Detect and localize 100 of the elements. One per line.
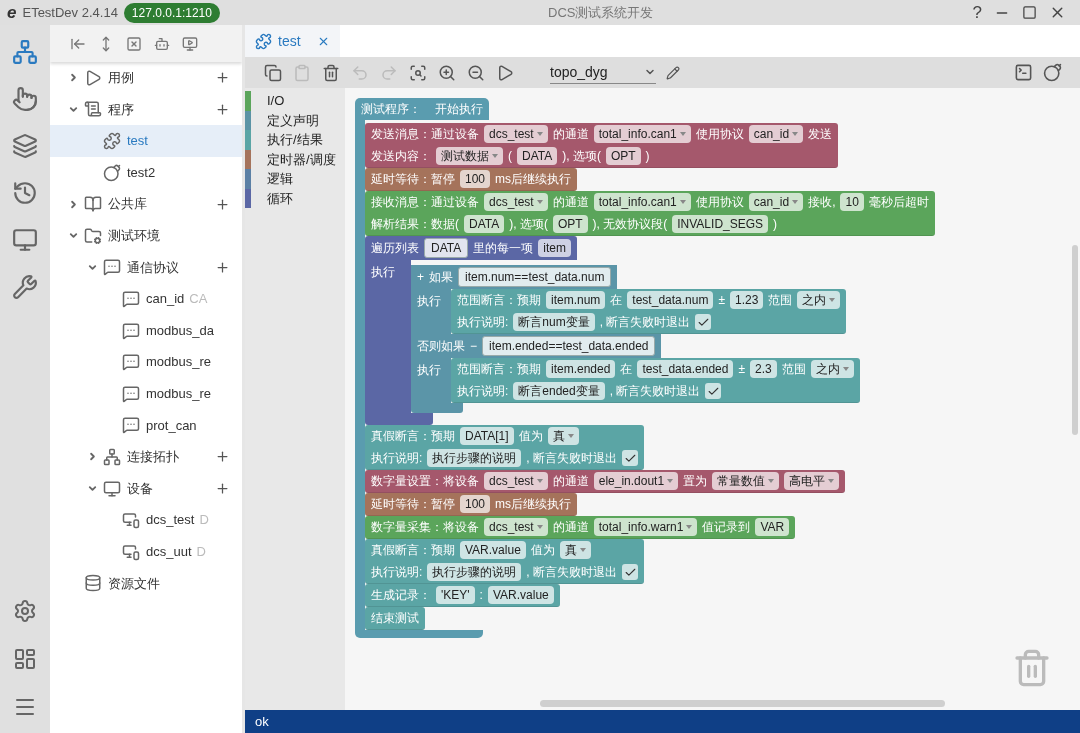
- tree-item[interactable]: 资源文件: [50, 567, 242, 600]
- statement-block[interactable]: 范围断言：预期 item.ended 在 test_data.ended ± 2.3 范围 之内 执行说明: 断言ended变量 , 断言失败时退出: [451, 358, 860, 403]
- history-icon[interactable]: [12, 180, 38, 206]
- checkbox[interactable]: [622, 450, 638, 466]
- tree-item[interactable]: 连接拓扑: [50, 441, 242, 473]
- plugged-value-block[interactable]: item.num==test_data.num: [458, 267, 612, 287]
- checkbox[interactable]: [695, 314, 712, 330]
- block-field[interactable]: 断言ended变量: [513, 382, 605, 400]
- add-icon[interactable]: [215, 481, 230, 496]
- checkbox[interactable]: [705, 383, 722, 399]
- tree-item[interactable]: test: [50, 125, 242, 157]
- category-item[interactable]: 定义声明: [245, 110, 345, 130]
- block-dropdown[interactable]: 真: [547, 427, 579, 445]
- tree-item[interactable]: 通信协议: [50, 251, 242, 284]
- add-icon[interactable]: [215, 101, 230, 117]
- block-field[interactable]: 10: [840, 193, 864, 211]
- category-item[interactable]: 定时器/调度: [245, 149, 345, 169]
- block-field[interactable]: DATA: [517, 147, 558, 165]
- block-field[interactable]: item: [538, 239, 571, 257]
- block-dropdown[interactable]: total_info.can1: [593, 193, 691, 211]
- plugged-value-block[interactable]: DATA: [424, 238, 469, 258]
- add-icon[interactable]: [215, 196, 230, 212]
- statement-block[interactable]: 真假断言：预期 DATA[1] 值为 真 执行说明: 执行步骤的说明 , 断言失败时退出: [365, 425, 644, 470]
- block-field[interactable]: item.num: [546, 291, 606, 309]
- hand-pointer-icon[interactable]: [12, 86, 38, 112]
- zoom-out-icon[interactable]: [467, 63, 485, 82]
- expanded-caret-icon[interactable]: [86, 483, 98, 494]
- tree-item[interactable]: 测试环境: [50, 219, 242, 252]
- block-field[interactable]: VAR: [755, 518, 790, 536]
- bomb-icon[interactable]: [1043, 63, 1062, 82]
- block-field[interactable]: test_data.num: [627, 291, 714, 309]
- tree-item[interactable]: prot_can: [50, 409, 242, 442]
- maximize-icon[interactable]: [1022, 5, 1037, 20]
- block-field[interactable]: DATA[1]: [460, 427, 514, 445]
- block-dropdown[interactable]: total_info.warn1: [593, 518, 698, 536]
- block-field[interactable]: OPT: [552, 215, 588, 233]
- add-icon[interactable]: [215, 449, 230, 465]
- checkbox[interactable]: [622, 564, 638, 580]
- block-field[interactable]: 1.23: [730, 291, 764, 309]
- block-dropdown[interactable]: dcs_test: [484, 193, 548, 211]
- statement-block[interactable]: 数字量设置：将设备 dcs_test 的通道 ele_in.dout1 置为 常量数值 高电平: [365, 470, 846, 493]
- block-field[interactable]: 'KEY': [436, 586, 475, 604]
- dashboard-icon[interactable]: [13, 647, 37, 671]
- monitor-icon[interactable]: [12, 227, 38, 253]
- block-dropdown[interactable]: ele_in.dout1: [593, 472, 679, 490]
- block-field[interactable]: 执行步骤的说明: [427, 449, 522, 467]
- tree-item[interactable]: modbus_re: [50, 346, 242, 378]
- category-item[interactable]: I/O: [245, 91, 345, 111]
- tree-item[interactable]: dcs_uut D: [50, 535, 242, 568]
- block-dropdown[interactable]: 之内: [797, 291, 841, 309]
- tree-item[interactable]: can_id CA: [50, 283, 242, 315]
- if-block[interactable]: + 如果 item.num==test_data.num: [411, 265, 618, 289]
- block-dropdown[interactable]: 真: [559, 541, 591, 559]
- vertical-scrollbar[interactable]: [1072, 245, 1078, 435]
- if-block[interactable]: 否则如果 − item.ended==test_data.ended: [411, 334, 662, 358]
- statement-block[interactable]: 接收消息：通过设备 dcs_test 的通道 total_info.can1 使用协议 can_id 接收, 10 毫秒后超时 解析结果：数据( DATA ), 选项( OPT ), 无效协议段( INVALID_SEGS ): [365, 191, 935, 236]
- block-field[interactable]: 100: [460, 170, 491, 188]
- zoom-fit-icon[interactable]: [409, 63, 427, 82]
- topology-select[interactable]: topo_dyg: [550, 61, 656, 84]
- horizontal-scrollbar[interactable]: [540, 700, 945, 707]
- statement-block[interactable]: 范围断言：预期 item.num 在 test_data.num ± 1.23 范围 之内 执行说明: 断言num变量 , 断言失败时退出: [451, 289, 847, 334]
- statement-block[interactable]: 生成记录： 'KEY' : VAR.value: [365, 584, 560, 607]
- tree-item[interactable]: test2: [50, 156, 242, 189]
- block-field[interactable]: 执行步骤的说明: [427, 563, 522, 581]
- robot-icon[interactable]: [154, 35, 170, 52]
- tree-item[interactable]: 公共库: [50, 188, 242, 220]
- pencil-icon[interactable]: [666, 65, 680, 80]
- plugged-value-block[interactable]: item.ended==test_data.ended: [482, 336, 656, 356]
- block-field[interactable]: OPT: [605, 147, 641, 165]
- block-field[interactable]: DATA: [464, 215, 505, 233]
- copy-icon[interactable]: [264, 63, 282, 82]
- trash-icon[interactable]: [322, 63, 340, 82]
- play-icon[interactable]: [496, 63, 514, 82]
- block-field[interactable]: VAR.value: [460, 541, 526, 559]
- statement-block[interactable]: 延时等待：暂停 100 ms后继续执行: [365, 493, 578, 516]
- statement-block[interactable]: 数字量采集：将设备 dcs_test 的通道 total_info.warn1 值记录到 VAR: [365, 516, 796, 539]
- editor-tab[interactable]: test: [245, 25, 340, 57]
- add-icon[interactable]: [215, 70, 230, 86]
- block-field[interactable]: VAR.value: [487, 586, 554, 604]
- block-dropdown[interactable]: 常量数值: [712, 472, 780, 490]
- block-dropdown[interactable]: dcs_test: [484, 125, 548, 143]
- block-dropdown[interactable]: 高电平: [784, 472, 840, 490]
- monitor-play-icon[interactable]: [182, 35, 198, 52]
- terminal-icon[interactable]: [1014, 63, 1033, 82]
- statement-block[interactable]: 发送消息：通过设备 dcs_test 的通道 total_info.can1 使用协议 can_id 发送 发送内容： 测试数据 ( DATA ), 选项( OPT ): [365, 123, 839, 168]
- block-field[interactable]: item.ended: [546, 360, 616, 378]
- add-icon[interactable]: [215, 259, 230, 275]
- tree-item[interactable]: modbus_re: [50, 377, 242, 410]
- block-dropdown[interactable]: total_info.can1: [593, 125, 691, 143]
- block-field[interactable]: INVALID_SEGS: [672, 215, 769, 233]
- block-dropdown[interactable]: dcs_test: [484, 472, 548, 490]
- zoom-in-icon[interactable]: [438, 63, 456, 82]
- block-dropdown[interactable]: 测试数据: [436, 147, 503, 165]
- block-field[interactable]: test_data.ended: [637, 360, 734, 378]
- help-button[interactable]: ?: [972, 4, 982, 21]
- statement-block[interactable]: 真假断言：预期 VAR.value 值为 真 执行说明: 执行步骤的说明 , 断言失败时退出: [365, 539, 644, 584]
- category-item[interactable]: 逻辑: [245, 169, 345, 189]
- loop-block[interactable]: 遍历列表 DATA 里的每一项 item: [365, 236, 577, 260]
- block-dropdown[interactable]: 之内: [810, 360, 854, 378]
- block-field[interactable]: 断言num变量: [513, 313, 595, 331]
